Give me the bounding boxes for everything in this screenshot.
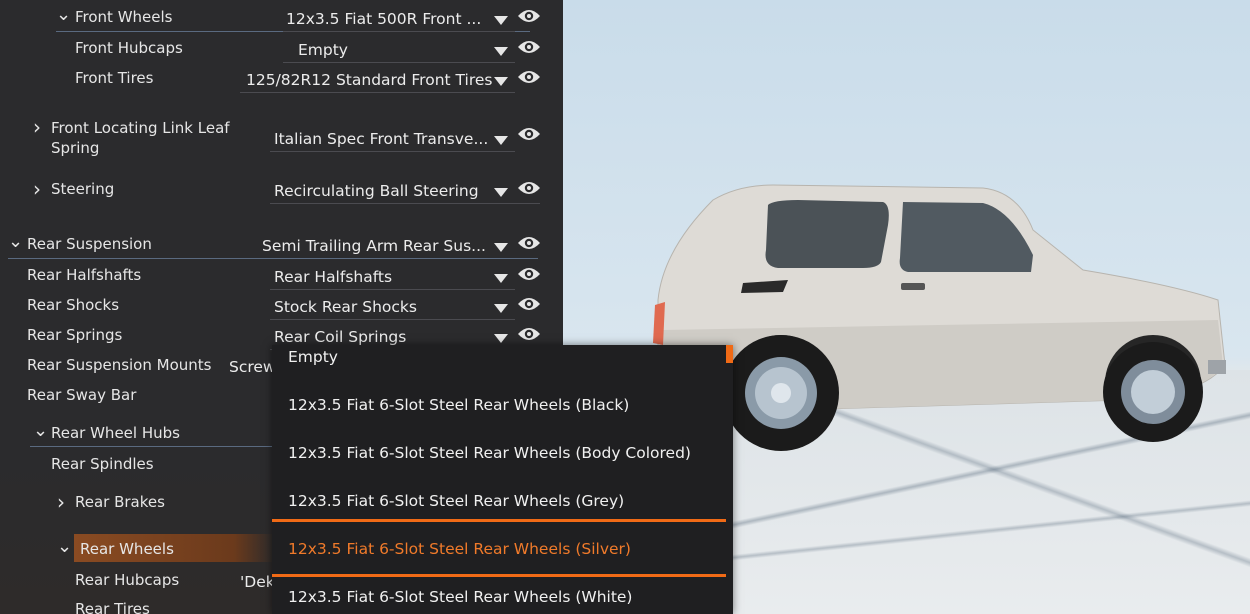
chevron-right-icon[interactable]: › (33, 115, 41, 139)
part-row-front-locating-link-leaf-spring[interactable]: › Front Locating Link Leaf Spring Italian … (0, 115, 563, 157)
part-select-value[interactable]: Stock Rear Shocks (274, 298, 417, 316)
dropdown-scrollbar[interactable] (726, 345, 733, 363)
dropdown-arrow-icon[interactable] (494, 304, 508, 313)
chevron-right-icon[interactable]: › (57, 490, 65, 514)
part-label: Rear Spindles (51, 455, 154, 473)
part-row-front-tires[interactable]: Front Tires 125/82R12 Standard Front Tire… (0, 69, 563, 97)
chevron-down-icon[interactable]: ⌄ (8, 231, 23, 252)
part-select-value[interactable]: Rear Coil Springs (274, 328, 406, 346)
part-row-front-wheels[interactable]: ⌄ Front Wheels 12x3.5 Fiat 500R Front ... (0, 4, 563, 36)
select-underline (270, 289, 515, 290)
part-select-value[interactable]: 125/82R12 Standard Front Tires (246, 71, 492, 89)
part-select-value[interactable]: Italian Spec Front Transve... (274, 130, 488, 148)
visibility-eye-icon[interactable] (517, 8, 541, 28)
visibility-eye-icon[interactable] (517, 69, 541, 89)
part-label: Steering (51, 180, 115, 198)
chevron-down-icon[interactable]: ⌄ (56, 4, 71, 25)
dropdown-arrow-icon[interactable] (494, 77, 508, 86)
part-label: Rear Hubcaps (75, 571, 180, 589)
dropdown-option[interactable]: Empty (288, 348, 338, 366)
visibility-eye-icon[interactable] (517, 235, 541, 255)
part-select-value[interactable]: Recirculating Ball Steering (274, 182, 479, 200)
dropdown-option[interactable]: 12x3.5 Fiat 6-Slot Steel Rear Wheels (Bo… (288, 444, 691, 462)
select-underline (240, 92, 515, 93)
chevron-right-icon[interactable]: › (33, 177, 41, 201)
part-label: Rear Shocks (27, 296, 120, 314)
part-label: Front Locating Link Leaf Spring (51, 119, 230, 157)
dropdown-option[interactable]: 12x3.5 Fiat 6-Slot Steel Rear Wheels (Si… (288, 540, 631, 558)
dropdown-option[interactable]: 12x3.5 Fiat 6-Slot Steel Rear Wheels (Gr… (288, 492, 624, 510)
part-label: Rear Tires (75, 600, 150, 614)
part-select-value[interactable]: Rear Halfshafts (274, 268, 392, 286)
part-select-value[interactable]: 12x3.5 Fiat 500R Front ... (286, 10, 481, 28)
select-underline (283, 62, 515, 63)
chevron-down-icon[interactable]: ⌄ (33, 420, 48, 441)
select-underline (270, 319, 515, 320)
part-label: Rear Wheel Hubs (51, 424, 180, 442)
part-label: Rear Suspension (27, 235, 152, 253)
rear-wheels-dropdown-list[interactable]: Empty 12x3.5 Fiat 6-Slot Steel Rear Wheel… (272, 345, 733, 614)
dropdown-option[interactable]: 12x3.5 Fiat 6-Slot Steel Rear Wheels (Wh… (288, 588, 632, 606)
visibility-eye-icon[interactable] (517, 296, 541, 316)
part-label: Rear Wheels (80, 540, 174, 558)
chevron-down-icon[interactable]: ⌄ (57, 536, 72, 557)
visibility-eye-icon[interactable] (517, 326, 541, 346)
visibility-eye-icon[interactable] (517, 39, 541, 59)
dropdown-arrow-icon[interactable] (494, 243, 508, 252)
dropdown-arrow-icon[interactable] (494, 188, 508, 197)
dropdown-option[interactable]: 12x3.5 Fiat 6-Slot Steel Rear Wheels (Bl… (288, 396, 629, 414)
dropdown-arrow-icon[interactable] (494, 16, 508, 25)
selection-border-bottom (272, 574, 726, 577)
dropdown-arrow-icon[interactable] (494, 136, 508, 145)
dropdown-arrow-icon[interactable] (494, 47, 508, 56)
selection-border-top (272, 519, 726, 522)
dropdown-arrow-icon[interactable] (494, 334, 508, 343)
part-row-rear-shocks[interactable]: Rear Shocks Stock Rear Shocks (0, 296, 563, 324)
part-select-value[interactable]: Semi Trailing Arm Rear Sus... (262, 237, 486, 255)
part-row-rear-suspension[interactable]: ⌄ Rear Suspension Semi Trailing Arm Rear S… (0, 231, 563, 263)
select-underline (270, 151, 515, 152)
part-label: Front Hubcaps (75, 39, 183, 57)
dropdown-arrow-icon[interactable] (494, 274, 508, 283)
part-label: Rear Springs (27, 326, 123, 344)
visibility-eye-icon[interactable] (517, 266, 541, 286)
part-label: Rear Halfshafts (27, 266, 142, 284)
visibility-eye-icon[interactable] (517, 180, 541, 200)
select-underline (270, 203, 540, 204)
part-select-value[interactable]: Empty (298, 41, 348, 59)
part-label: Rear Sway Bar (27, 386, 137, 404)
select-underline (283, 31, 515, 32)
part-row-front-hubcaps[interactable]: Front Hubcaps Empty (0, 39, 563, 67)
part-label: Rear Brakes (75, 493, 165, 511)
part-row-rear-halfshafts[interactable]: Rear Halfshafts Rear Halfshafts (0, 266, 563, 294)
part-label: Front Wheels (75, 8, 173, 26)
part-label: Front Tires (75, 69, 154, 87)
part-row-steering[interactable]: › Steering Recirculating Ball Steering (0, 177, 563, 208)
visibility-eye-icon[interactable] (517, 126, 541, 146)
part-label: Rear Suspension Mounts (27, 356, 212, 374)
